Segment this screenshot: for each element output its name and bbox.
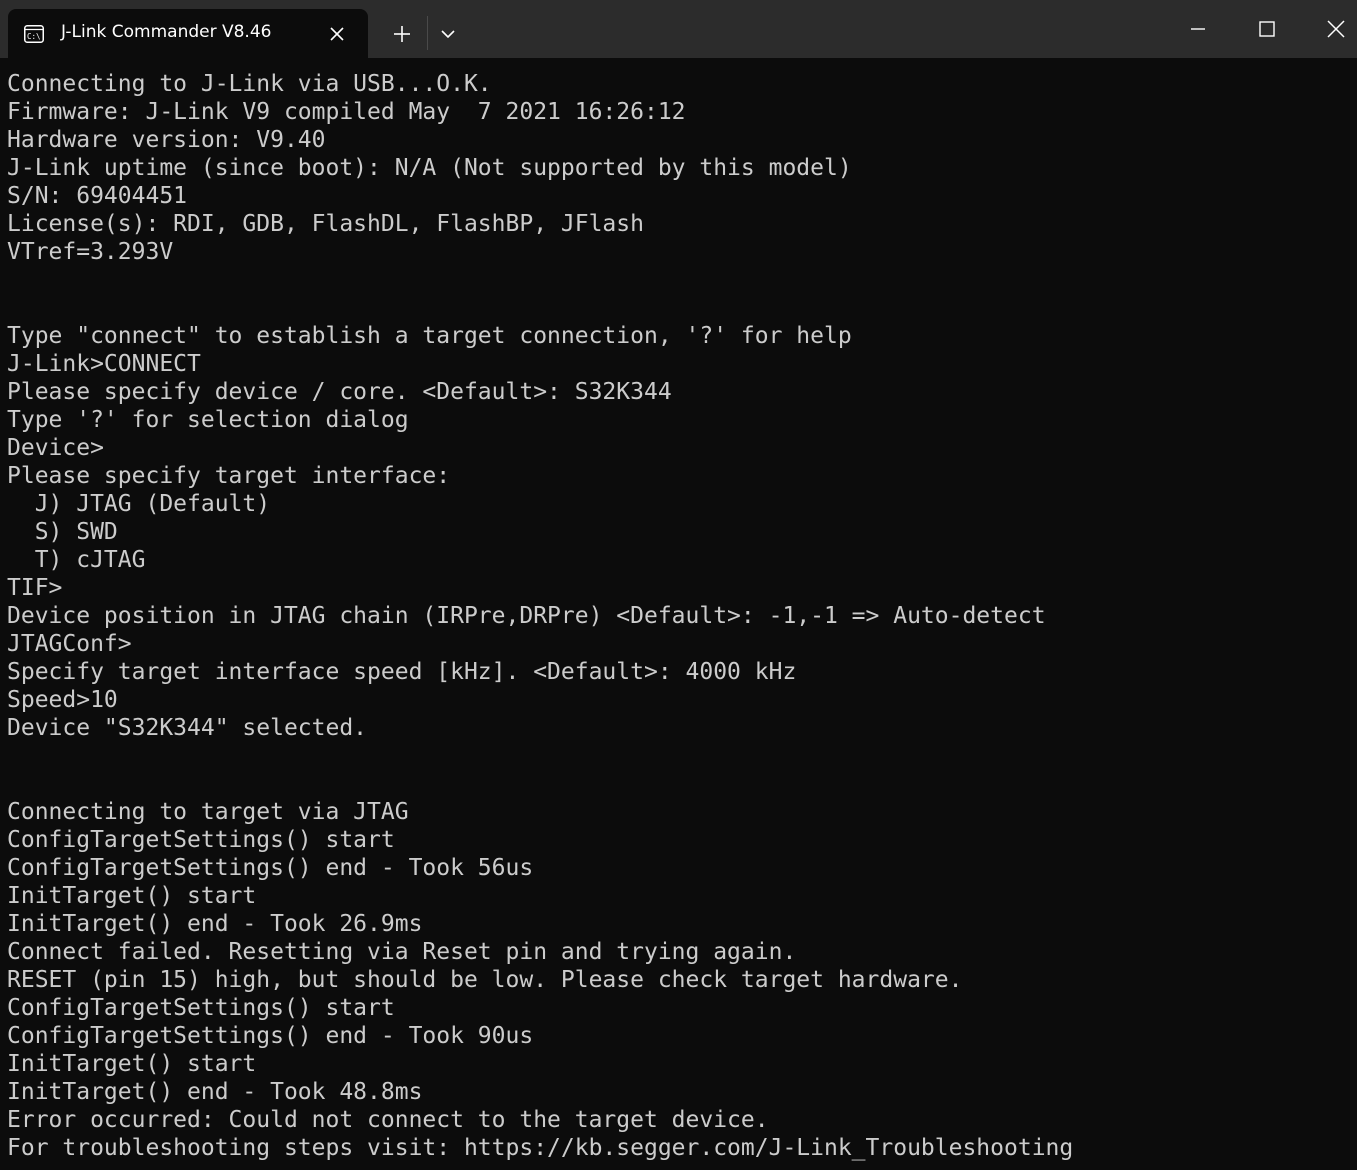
svg-text:C:\: C:\ <box>27 32 41 41</box>
terminal-line: Device> <box>7 435 104 461</box>
tab-title: J-Link Commander V8.46 <box>61 22 272 42</box>
terminal-line: Please specify target interface: <box>7 463 451 489</box>
terminal-line: Speed>10 <box>7 687 118 713</box>
terminal-line: TIF> <box>7 575 63 601</box>
tab-close-icon[interactable] <box>326 23 348 45</box>
terminal-line: Error occurred: Could not connect to the… <box>7 1107 769 1133</box>
terminal-output[interactable]: Connecting to J-Link via USB...O.K. Firm… <box>7 70 1347 1170</box>
terminal-line: Specify target interface speed [kHz]. <D… <box>7 659 797 685</box>
terminal-line: Type "connect" to establish a target con… <box>7 323 852 349</box>
tab-jlink-commander[interactable]: C:\ J-Link Commander V8.46 <box>8 9 368 58</box>
terminal-line: J-Link>CONNECT <box>7 351 201 377</box>
terminal-line: Firmware: J-Link V9 compiled May 7 2021 … <box>7 99 686 125</box>
terminal-line: T) cJTAG <box>7 547 146 573</box>
terminal-line: ConfigTargetSettings() end - Took 90us <box>7 1023 534 1049</box>
terminal-line: Device position in JTAG chain (IRPre,DRP… <box>7 603 1046 629</box>
terminal-line: Type '?' for selection dialog <box>7 407 409 433</box>
terminal-line: RESET (pin 15) high, but should be low. … <box>7 967 963 993</box>
maximize-icon[interactable] <box>1250 12 1284 46</box>
terminal-line: InitTarget() end - Took 48.8ms <box>7 1079 423 1105</box>
terminal-icon: C:\ <box>24 25 44 43</box>
terminal-line: J-Link uptime (since boot): N/A (Not sup… <box>7 155 852 181</box>
minimize-icon[interactable] <box>1181 12 1215 46</box>
terminal-line: ConfigTargetSettings() end - Took 56us <box>7 855 534 881</box>
terminal-line: S) SWD <box>7 519 118 545</box>
terminal-line: For troubleshooting steps visit: https:/… <box>7 1135 1074 1161</box>
terminal-line: Connecting to J-Link via USB...O.K. <box>7 71 492 97</box>
terminal-line: JTAGConf> <box>7 631 132 657</box>
terminal-line: InitTarget() start <box>7 1051 257 1077</box>
terminal-line: Device "S32K344" selected. <box>7 715 368 741</box>
terminal-line: J) JTAG (Default) <box>7 491 271 517</box>
terminal-line: License(s): RDI, GDB, FlashDL, FlashBP, … <box>7 211 644 237</box>
terminal-line: ConfigTargetSettings() start <box>7 827 395 853</box>
terminal-line: VTref=3.293V <box>7 239 174 265</box>
title-bar[interactable]: C:\ J-Link Commander V8.46 <box>0 0 1357 58</box>
terminal-line: S/N: 69404451 <box>7 183 188 209</box>
toolbar-separator <box>427 16 428 50</box>
terminal-line: InitTarget() start <box>7 883 257 909</box>
terminal-line: ConfigTargetSettings() start <box>7 995 395 1021</box>
terminal-line: Connect failed. Resetting via Reset pin … <box>7 939 797 965</box>
terminal-line: Hardware version: V9.40 <box>7 127 326 153</box>
chevron-down-icon[interactable] <box>436 22 460 46</box>
terminal-window: C:\ J-Link Commander V8.46 Connecting to… <box>0 0 1357 1170</box>
terminal-line: Connecting to target via JTAG <box>7 799 409 825</box>
terminal-line: InitTarget() end - Took 26.9ms <box>7 911 423 937</box>
new-tab-plus-icon[interactable] <box>390 22 414 46</box>
terminal-line: Please specify device / core. <Default>:… <box>7 379 672 405</box>
close-window-icon[interactable] <box>1319 12 1353 46</box>
